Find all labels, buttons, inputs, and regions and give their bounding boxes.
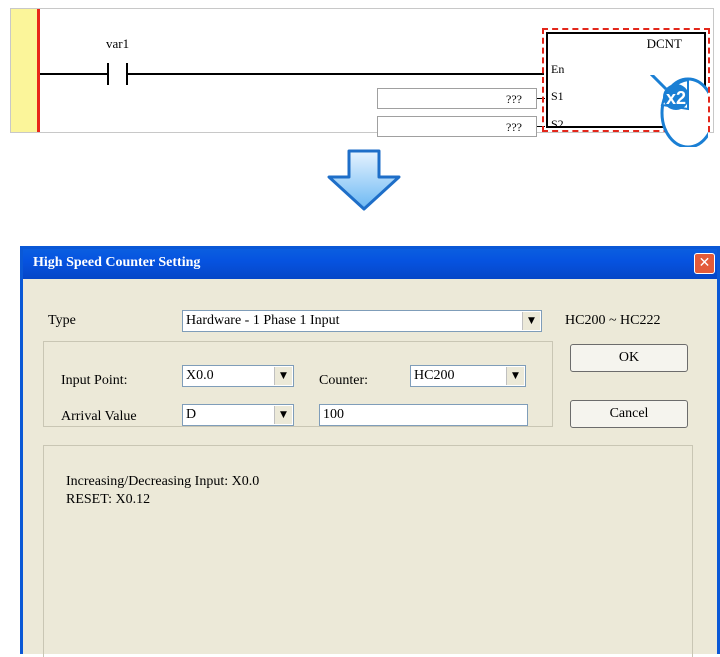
- instruction-name: DCNT: [646, 36, 682, 51]
- arrival-value-input[interactable]: 100: [319, 404, 528, 426]
- counter-info-panel: Increasing/Decreasing Input: X0.0 RESET:…: [43, 445, 693, 657]
- chevron-down-icon[interactable]: ▼: [274, 406, 292, 424]
- rung-wire-left: [40, 73, 108, 75]
- counter-label: Counter:: [319, 373, 368, 388]
- power-rail: [37, 9, 40, 132]
- contact-variable-label: var1: [106, 36, 130, 51]
- ladder-diagram: var1 ??? ??? DCNT En S1 S2: [10, 8, 714, 137]
- chevron-down-icon[interactable]: ▼: [274, 367, 292, 385]
- type-select[interactable]: Hardware - 1 Phase 1 Input ▼: [182, 310, 542, 332]
- arrival-value-label: Arrival Value: [61, 409, 137, 424]
- contact-left-bar[interactable]: [107, 63, 109, 85]
- input-point-label: Input Point:: [61, 373, 128, 388]
- chevron-down-icon[interactable]: ▼: [506, 367, 524, 385]
- ok-button[interactable]: OK: [570, 344, 688, 372]
- rung-wire-right: [128, 73, 544, 75]
- pin-s2: S2: [551, 117, 564, 131]
- counter-select[interactable]: HC200 ▼: [410, 365, 526, 387]
- pin-s1: S1: [551, 89, 564, 103]
- type-label: Type: [48, 313, 76, 328]
- arrow-down-icon: [327, 149, 401, 211]
- double-click-mouse-icon: x2: [650, 75, 708, 147]
- ladder-gutter: [11, 9, 37, 132]
- type-select-value: Hardware - 1 Phase 1 Input: [186, 313, 340, 328]
- pin-en: En: [551, 62, 565, 76]
- arrival-type-select[interactable]: D ▼: [182, 404, 294, 426]
- double-click-badge: x2: [666, 88, 686, 108]
- arrival-type-value: D: [186, 407, 197, 422]
- counter-value: HC200: [414, 368, 455, 383]
- counter-range-label: HC200 ~ HC222: [565, 313, 661, 328]
- dialog-title: High Speed Counter Setting: [33, 255, 201, 270]
- input-point-value: X0.0: [186, 368, 214, 383]
- cancel-button[interactable]: Cancel: [570, 400, 688, 428]
- chevron-down-icon[interactable]: ▼: [522, 312, 540, 330]
- high-speed-counter-dialog: High Speed Counter Setting ✕ Type Hardwa…: [20, 246, 720, 657]
- input-point-select[interactable]: X0.0 ▼: [182, 365, 294, 387]
- close-icon[interactable]: ✕: [694, 253, 715, 274]
- operand-s2-field[interactable]: ???: [377, 116, 537, 137]
- info-line: RESET: X0.12: [66, 492, 151, 507]
- dialog-titlebar[interactable]: High Speed Counter Setting ✕: [23, 249, 717, 279]
- operand-s1-field[interactable]: ???: [377, 88, 537, 109]
- info-line: Increasing/Decreasing Input: X0.0: [66, 474, 260, 489]
